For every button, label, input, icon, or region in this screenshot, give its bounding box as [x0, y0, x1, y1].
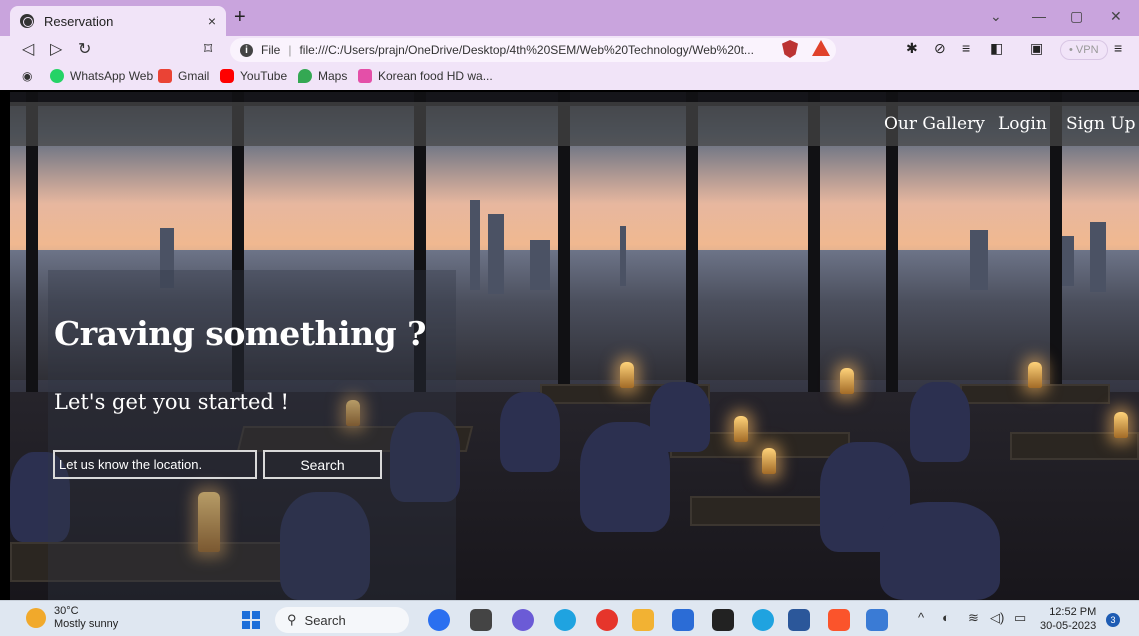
- search-icon: ⚲: [287, 612, 297, 627]
- sidebar-icon[interactable]: ◧: [990, 40, 1003, 57]
- hero-title: Craving something ?: [54, 314, 426, 353]
- volume-icon[interactable]: ◁): [990, 610, 1004, 626]
- brave-rewards-icon[interactable]: [812, 40, 830, 56]
- clock-time: 12:52 PM: [1049, 606, 1097, 618]
- nav-login[interactable]: Login: [998, 114, 1047, 134]
- windows-start-icon[interactable]: [242, 611, 260, 629]
- hero-subtitle: Let's get you started !: [54, 390, 289, 414]
- address-url: file:///C:/Users/prajn/OneDrive/Desktop/…: [299, 43, 754, 57]
- sticky-notes-icon[interactable]: [712, 609, 734, 631]
- battery-icon[interactable]: ▭: [1014, 610, 1026, 626]
- taskbar-clock[interactable]: 12:52 PM 30-05-2023: [1040, 605, 1096, 633]
- bookmark-whatsapp[interactable]: WhatsApp Web: [50, 69, 153, 83]
- task-view-icon[interactable]: [470, 609, 492, 631]
- site-header: Our Gallery Login Sign Up: [10, 102, 1139, 146]
- address-prefix: File: [261, 43, 281, 57]
- playlist-icon[interactable]: ≡: [962, 40, 970, 56]
- windows-taskbar: 30°C Mostly sunny ⚲ Search ^ ◐ ≋ ◁) ▭ 12…: [0, 600, 1139, 636]
- weather-desc: Mostly sunny: [54, 618, 119, 630]
- file-explorer-icon[interactable]: [632, 609, 654, 631]
- taskbar-search[interactable]: ⚲ Search: [275, 607, 409, 633]
- sun-icon: [26, 608, 46, 628]
- bookmark-label: Korean food HD wa...: [378, 69, 493, 83]
- notification-badge[interactable]: 3: [1106, 613, 1120, 627]
- browser-tab[interactable]: Reservation ×: [10, 6, 226, 36]
- vpn-button[interactable]: • VPN: [1060, 40, 1108, 60]
- bookmark-gmail[interactable]: Gmail: [158, 69, 209, 83]
- search-button[interactable]: Search: [263, 450, 382, 479]
- address-bar[interactable]: i File | file:///C:/Users/prajn/OneDrive…: [230, 38, 836, 62]
- nav-our-gallery[interactable]: Our Gallery: [884, 114, 985, 134]
- restore-button[interactable]: ▢: [1070, 8, 1083, 25]
- menu-icon[interactable]: ≡: [1114, 40, 1122, 56]
- close-window-button[interactable]: ✕: [1110, 8, 1122, 25]
- maps-pin-icon: [298, 69, 312, 83]
- bookmark-label: Maps: [318, 69, 348, 83]
- chevron-down-icon[interactable]: ⌄: [990, 8, 1002, 25]
- bookmark-site-icon: [358, 69, 372, 83]
- edge-icon[interactable]: [554, 609, 576, 631]
- restaurant-hero-page: Our Gallery Login Sign Up Craving someth…: [10, 92, 1139, 600]
- whatsapp-icon: [50, 69, 64, 83]
- bookmarks-bar: ◉ WhatsApp Web Gmail YouTube Maps Korean…: [0, 64, 1139, 90]
- reload-icon[interactable]: ↻: [78, 39, 91, 59]
- word-icon[interactable]: [788, 609, 810, 631]
- photos-icon[interactable]: [866, 609, 888, 631]
- extensions-icon[interactable]: ✱: [906, 40, 918, 57]
- teams-chat-icon[interactable]: [512, 609, 534, 631]
- wifi-icon[interactable]: ≋: [968, 610, 979, 626]
- tab-close-button[interactable]: ×: [208, 13, 216, 29]
- browser-toolbar: ◁ ▷ ↻ ⌑ i File | file:///C:/Users/prajn/…: [0, 36, 1139, 64]
- bing-icon[interactable]: [428, 609, 450, 631]
- wallet-panel-icon[interactable]: ▣: [1030, 40, 1043, 57]
- address-divider: |: [288, 43, 292, 57]
- chevron-up-icon[interactable]: ^: [918, 610, 924, 625]
- browser-tab-strip: Reservation × + ⌄ — ▢ ✕: [0, 0, 1139, 36]
- info-icon: i: [240, 43, 253, 57]
- bookmark-korean-food[interactable]: Korean food HD wa...: [358, 69, 493, 83]
- bookmark-label: YouTube: [240, 69, 288, 83]
- brave-icon[interactable]: [828, 609, 850, 631]
- back-icon[interactable]: ◁: [22, 39, 34, 59]
- bookmark-youtube[interactable]: YouTube: [220, 69, 287, 83]
- youtube-icon: [220, 69, 234, 83]
- apps-icon[interactable]: ◉: [22, 69, 32, 83]
- edge-dev-icon[interactable]: [752, 609, 774, 631]
- taskbar-search-label: Search: [304, 612, 346, 628]
- bookmark-label: WhatsApp Web: [70, 69, 154, 83]
- globe-icon: [20, 14, 34, 28]
- new-tab-button[interactable]: +: [234, 6, 246, 29]
- minimize-button[interactable]: —: [1032, 8, 1046, 24]
- nav-sign-up[interactable]: Sign Up: [1066, 114, 1136, 134]
- tray-app-icon[interactable]: ◐: [942, 610, 950, 625]
- weather-temp: 30°C: [54, 605, 79, 617]
- store-icon[interactable]: [672, 609, 694, 631]
- forward-icon[interactable]: ▷: [50, 39, 62, 59]
- wallet-icon[interactable]: ⊘: [934, 40, 946, 57]
- bookmark-maps[interactable]: Maps: [298, 69, 347, 83]
- location-input[interactable]: [53, 450, 257, 479]
- weather-widget[interactable]: 30°C Mostly sunny: [26, 605, 118, 631]
- gmail-icon: [158, 69, 172, 83]
- clock-date: 30-05-2023: [1040, 620, 1097, 632]
- opera-icon[interactable]: [596, 609, 618, 631]
- bookmark-icon[interactable]: ⌑: [204, 39, 212, 59]
- tab-title: Reservation: [44, 13, 114, 29]
- bookmark-label: Gmail: [178, 69, 210, 83]
